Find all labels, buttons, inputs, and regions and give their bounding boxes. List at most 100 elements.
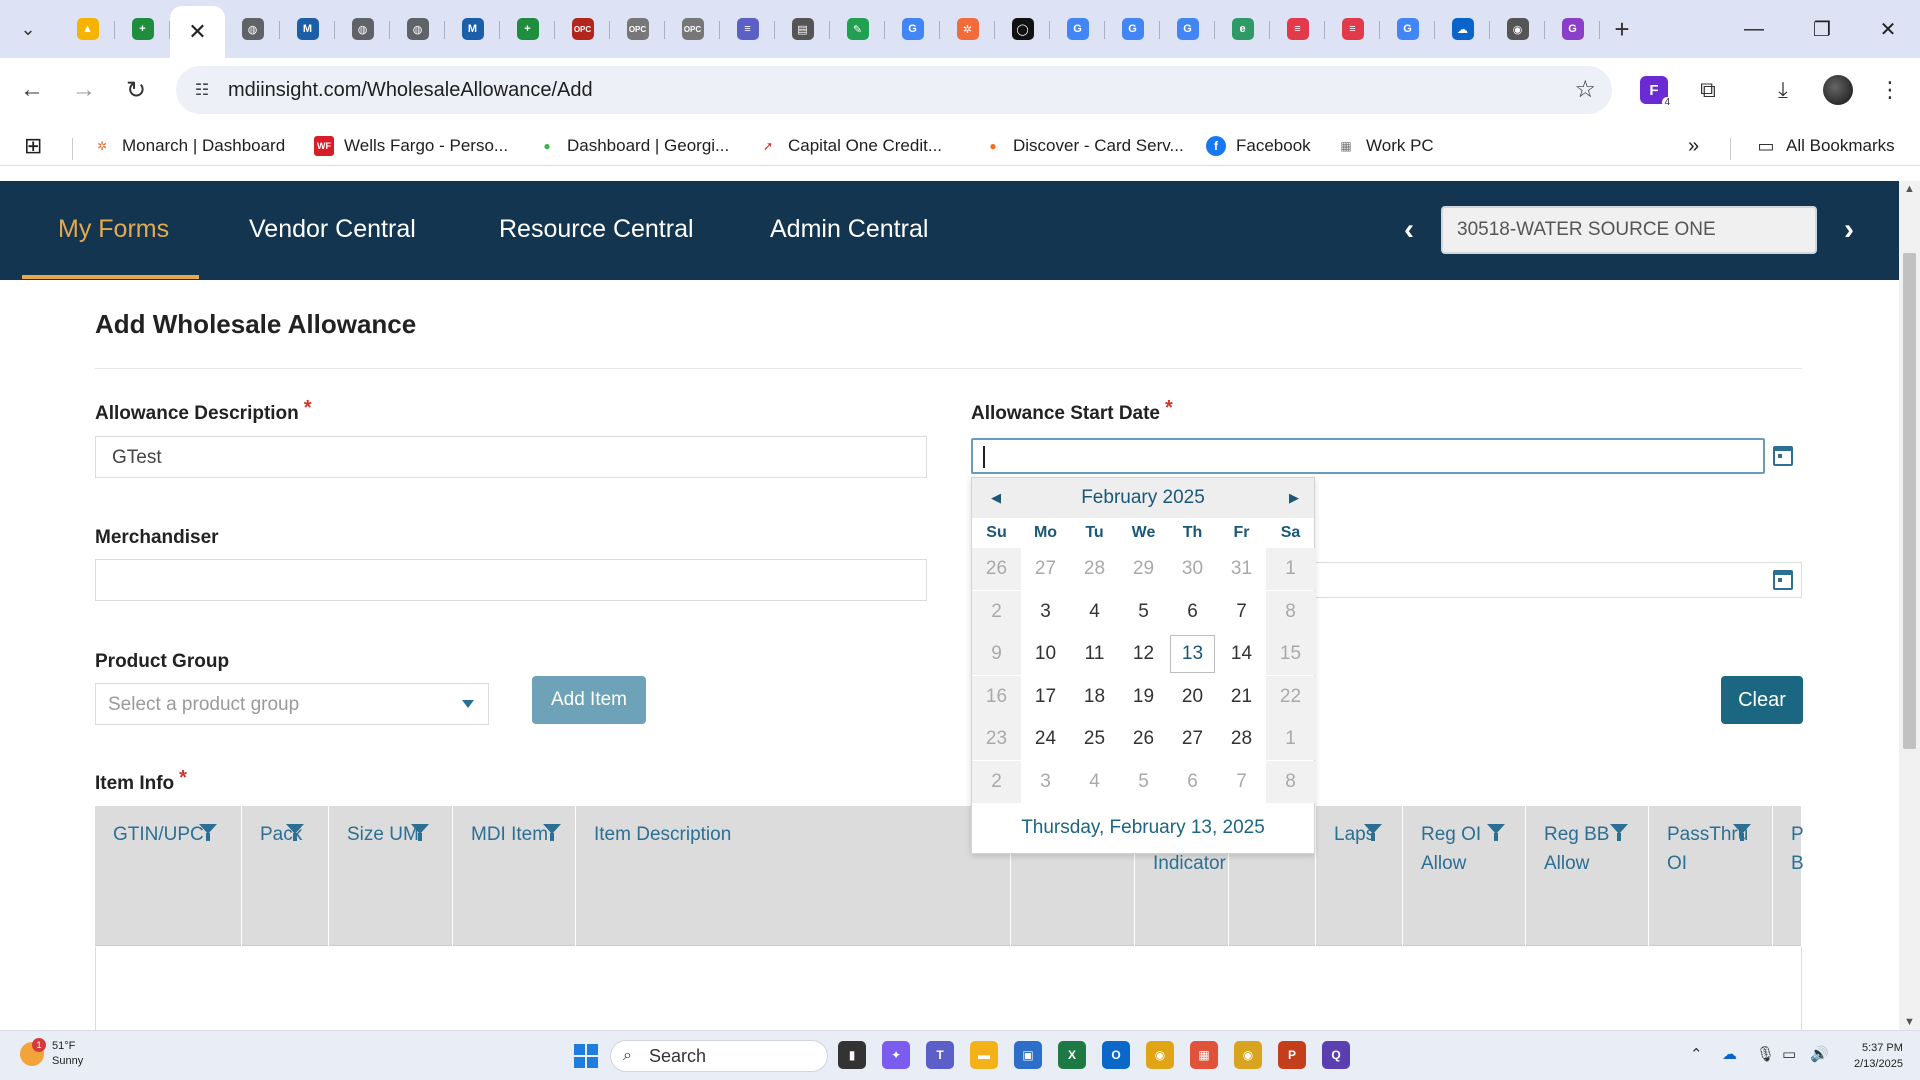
display-icon[interactable]: ▭: [1782, 1045, 1796, 1063]
calendar-day[interactable]: 8: [1266, 760, 1315, 803]
calendar-day[interactable]: 3: [1021, 761, 1070, 803]
browser-tab[interactable]: ◍: [390, 6, 445, 52]
calendar-day[interactable]: 13: [1168, 633, 1217, 675]
scroll-down-icon[interactable]: ▼: [1904, 1016, 1915, 1028]
task-view-icon[interactable]: ▮: [838, 1041, 866, 1069]
grid-column-header[interactable]: MDI Item: [453, 806, 576, 946]
calendar-day[interactable]: 14: [1217, 633, 1266, 675]
browser-tab[interactable]: G: [1380, 6, 1435, 52]
browser-tab[interactable]: OPC: [555, 6, 610, 52]
calendar-day[interactable]: 17: [1021, 676, 1070, 718]
calendar-day[interactable]: 25: [1070, 718, 1119, 760]
calendar-day[interactable]: 7: [1217, 591, 1266, 633]
taskbar-search[interactable]: ⌕ Search: [610, 1040, 828, 1072]
outlook-icon[interactable]: O: [1102, 1041, 1130, 1069]
browser-tab[interactable]: ✎: [830, 6, 885, 52]
grid-column-header[interactable]: PassThru OI: [1649, 806, 1773, 946]
all-bookmarks-button[interactable]: ▭ All Bookmarks: [1756, 132, 1894, 160]
browser-tab[interactable]: G: [885, 6, 940, 52]
merchandiser-input[interactable]: [95, 559, 927, 601]
bookmark-item[interactable]: ✲ Monarch | Dashboard: [92, 132, 285, 160]
browser-tab[interactable]: +: [115, 6, 170, 52]
calendar-day[interactable]: 24: [1021, 718, 1070, 760]
nav-vendor-central[interactable]: Vendor Central: [249, 215, 416, 244]
calendar-day[interactable]: 23: [972, 718, 1021, 760]
close-icon[interactable]: ✕: [188, 19, 206, 45]
calendar-day[interactable]: 11: [1070, 633, 1119, 675]
scroll-up-icon[interactable]: ▲: [1904, 183, 1915, 195]
back-button[interactable]: ←: [12, 70, 52, 110]
browser-tab[interactable]: G: [1545, 6, 1600, 52]
store-icon[interactable]: ▣: [1014, 1041, 1042, 1069]
clear-button[interactable]: Clear: [1721, 676, 1803, 724]
extensions-button[interactable]: ⧉: [1690, 72, 1726, 108]
browser-tab[interactable]: G: [1105, 6, 1160, 52]
chrome-profile-taskbar-icon[interactable]: ◉: [1234, 1041, 1262, 1069]
previous-vendor-button[interactable]: ‹: [1394, 208, 1424, 252]
grid-column-header[interactable]: Laps: [1316, 806, 1403, 946]
browser-tab[interactable]: ▤: [775, 6, 830, 52]
filter-icon[interactable]: [1610, 824, 1628, 842]
page-scrollbar[interactable]: ▲ ▼: [1899, 181, 1920, 1030]
grid-column-header[interactable]: Reg BB Allow: [1526, 806, 1649, 946]
browser-tab[interactable]: ◉: [1490, 6, 1545, 52]
calendar-day[interactable]: 12: [1119, 633, 1168, 675]
minimize-button[interactable]: —: [1722, 0, 1786, 58]
site-info-icon[interactable]: ☷: [190, 78, 214, 102]
window-close-button[interactable]: ✕: [1856, 0, 1920, 58]
extension-button[interactable]: F 4: [1636, 72, 1672, 108]
grid-column-header[interactable]: Item Description: [576, 806, 1011, 946]
bookmark-item[interactable]: ➚ Capital One Credit...: [758, 132, 942, 160]
calendar-day[interactable]: 4: [1070, 761, 1119, 803]
filter-icon[interactable]: [411, 824, 429, 842]
app-q-taskbar-icon[interactable]: Q: [1322, 1041, 1350, 1069]
browser-tab[interactable]: +: [500, 6, 555, 52]
profile-button[interactable]: [1820, 72, 1856, 108]
browser-tab[interactable]: G: [1050, 6, 1105, 52]
calendar-day[interactable]: 5: [1119, 591, 1168, 633]
browser-tab[interactable]: ◯: [995, 6, 1050, 52]
volume-icon[interactable]: 🔊: [1810, 1045, 1829, 1063]
calendar-day[interactable]: 22: [1266, 675, 1315, 718]
browser-tab[interactable]: ≡: [1270, 6, 1325, 52]
calendar-today-link[interactable]: Thursday, February 13, 2025: [972, 817, 1314, 839]
grid-column-header[interactable]: Size UM: [329, 806, 453, 946]
system-clock[interactable]: 5:37 PM 2/13/2025: [1854, 1040, 1903, 1072]
calendar-day[interactable]: 15: [1266, 633, 1315, 675]
bookmark-item[interactable]: ● Discover - Card Serv...: [983, 132, 1183, 160]
calendar-day[interactable]: 6: [1168, 761, 1217, 803]
calendar-day[interactable]: 28: [1070, 548, 1119, 590]
excel-icon[interactable]: X: [1058, 1041, 1086, 1069]
calendar-month-title[interactable]: February 2025: [972, 487, 1314, 509]
url-text[interactable]: mdiinsight.com/WholesaleAllowance/Add: [228, 79, 593, 102]
start-date-input[interactable]: [971, 438, 1765, 474]
next-month-button[interactable]: ▶: [1284, 488, 1304, 508]
tab-search-button[interactable]: ⌄: [8, 10, 48, 48]
browser-tab[interactable]: ◍: [225, 6, 280, 52]
browser-tab[interactable]: ✲: [940, 6, 995, 52]
calendar-day[interactable]: 5: [1119, 761, 1168, 803]
end-date-input[interactable]: [1316, 562, 1802, 598]
file-explorer-icon[interactable]: ▬: [970, 1041, 998, 1069]
onedrive-tray-icon[interactable]: ☁: [1722, 1045, 1737, 1063]
address-bar[interactable]: ☷ mdiinsight.com/WholesaleAllowance/Add …: [176, 66, 1612, 114]
browser-tab[interactable]: M: [280, 6, 335, 52]
calendar-day[interactable]: 21: [1217, 676, 1266, 718]
calendar-day[interactable]: 19: [1119, 676, 1168, 718]
calendar-day[interactable]: 7: [1217, 761, 1266, 803]
calendar-day[interactable]: 31: [1217, 548, 1266, 590]
chevron-up-icon[interactable]: ⌃: [1690, 1045, 1703, 1063]
tab-active[interactable]: ✕: [170, 6, 225, 58]
calendar-day[interactable]: 27: [1168, 718, 1217, 760]
browser-tab[interactable]: ☁: [1435, 6, 1490, 52]
bookmark-item[interactable]: ● Dashboard | Georgi...: [537, 132, 729, 160]
browser-tab[interactable]: e: [1215, 6, 1270, 52]
calendar-day[interactable]: 29: [1119, 548, 1168, 590]
start-button[interactable]: [574, 1044, 598, 1068]
filter-icon[interactable]: [1487, 824, 1505, 842]
apps-button[interactable]: ⊞: [24, 132, 42, 160]
chrome-menu-button[interactable]: ⋮: [1872, 72, 1908, 108]
browser-tab[interactable]: ◍: [335, 6, 390, 52]
filter-icon[interactable]: [543, 824, 561, 842]
calendar-day[interactable]: 2: [972, 590, 1021, 633]
